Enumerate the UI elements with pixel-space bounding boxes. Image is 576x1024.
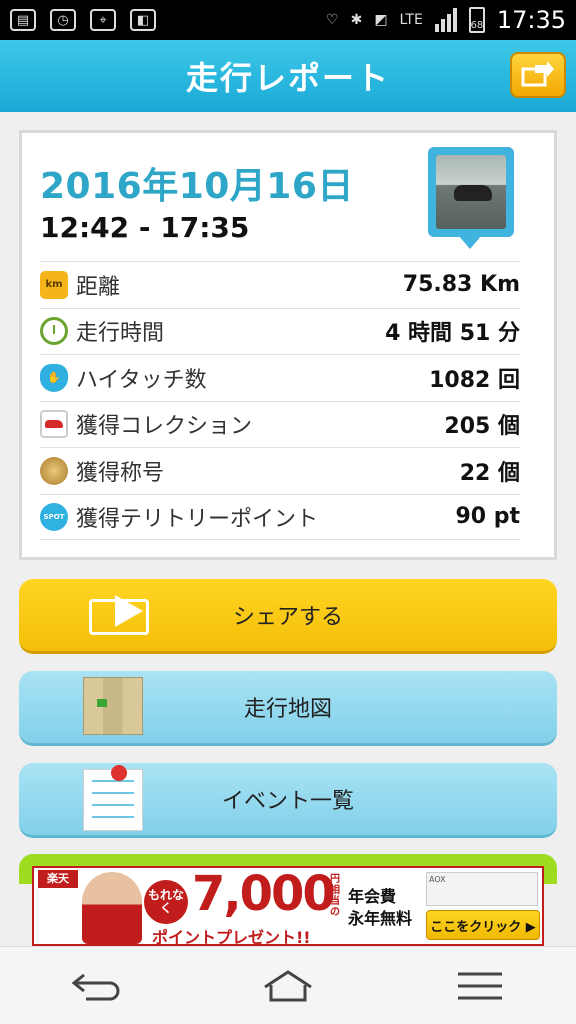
- map-icon: ⌖: [90, 9, 116, 31]
- hand-icon: ✋: [40, 363, 68, 392]
- ad-card-label: AOX: [429, 875, 446, 884]
- stat-row-territory: SPOT 獲得テリトリーポイント 90 pt: [40, 493, 520, 540]
- report-time-range: 12:42 - 17:35: [40, 211, 250, 244]
- home-button[interactable]: [258, 966, 318, 1006]
- stat-label: 距離: [76, 274, 121, 300]
- ad-mascot-image: [82, 872, 142, 944]
- report-date: 2016年10月16日: [40, 166, 354, 207]
- battery-icon: 68: [468, 7, 485, 33]
- vibrate-icon: ♡: [326, 12, 339, 28]
- app-header: 走行レポート: [0, 40, 576, 112]
- ad-banner[interactable]: 楽天 もれなく 7,000 円相当の ポイントプレゼント!! 年会費 永年無料 …: [32, 866, 544, 947]
- menu-icon: [458, 972, 502, 999]
- ad-fee-line2: 永年無料: [348, 909, 413, 928]
- alarm-icon: ◷: [50, 9, 76, 31]
- car-icon: [40, 410, 68, 439]
- ad-click-button[interactable]: ここをクリック ▶: [426, 910, 540, 940]
- ad-fee-line1: 年会費: [348, 887, 397, 906]
- ad-fee-text: 年会費 永年無料: [348, 886, 412, 930]
- share-button-label: シェアする: [232, 605, 343, 630]
- flag-icon: [97, 699, 107, 707]
- stat-label: 獲得称号: [76, 460, 165, 486]
- page-title: 走行レポート: [185, 59, 390, 97]
- spot-icon: SPOT: [40, 502, 68, 531]
- ad-subtitle: ポイントプレゼント!!: [152, 928, 311, 947]
- stat-value: 90 pt: [455, 504, 520, 530]
- car-photo: [454, 185, 492, 201]
- drive-map-button-label: 走行地図: [243, 697, 332, 722]
- notification-icon: ▤: [10, 9, 36, 31]
- stat-value: 75.83 Km: [402, 272, 520, 298]
- map-icon: [83, 677, 143, 735]
- pin-icon: [111, 765, 127, 781]
- report-card: 2016年10月16日 12:42 - 17:35 km 距離 75.83 Km…: [19, 130, 557, 560]
- drive-photo[interactable]: [428, 147, 514, 237]
- network-label: LTE: [399, 12, 423, 28]
- ad-unit: 円相当の: [330, 874, 340, 918]
- signal-icon: ◩: [374, 12, 388, 28]
- stat-row-collection: 獲得コレクション 205 個: [40, 400, 520, 448]
- status-bar: ▤ ◷ ⌖ ◧ ♡ ✱ ◩ LTE 68 17:35: [0, 0, 576, 40]
- system-nav-bar: [0, 946, 576, 1024]
- menu-button[interactable]: [450, 966, 510, 1006]
- bluetooth-icon: ✱: [350, 12, 363, 28]
- home-icon: [264, 969, 312, 1001]
- event-list-button-label: イベント一覧: [221, 789, 354, 814]
- drive-map-button[interactable]: 走行地図: [19, 671, 557, 746]
- battery-level: 68: [470, 20, 484, 31]
- stat-row-distance: km 距離 75.83 Km: [40, 261, 520, 308]
- back-icon: [71, 973, 120, 1000]
- stat-label: ハイタッチ数: [76, 367, 207, 393]
- cell-signal-icon: [434, 8, 457, 32]
- stat-label: 獲得テリトリーポイント: [76, 506, 319, 532]
- share-button[interactable]: シェアする: [19, 579, 557, 654]
- clock-icon: [40, 317, 68, 346]
- share-button-top[interactable]: [510, 52, 566, 98]
- share-arrow-icon: [115, 595, 143, 627]
- stat-row-drive-time: 走行時間 4 時間 51 分: [40, 307, 520, 355]
- stat-value: 205 個: [444, 414, 520, 440]
- photo-pin-pointer: [458, 235, 482, 249]
- stat-row-titles: 獲得称号 22 個: [40, 447, 520, 494]
- stat-row-high-touch: ✋ ハイタッチ数 1082 回: [40, 354, 520, 401]
- stat-label: 獲得コレクション: [76, 414, 253, 440]
- ad-brand-logo: 楽天: [38, 870, 78, 888]
- event-list-button[interactable]: イベント一覧: [19, 763, 557, 838]
- medal-icon: [40, 456, 68, 485]
- stats-list: km 距離 75.83 Km 走行時間 4 時間 51 分 ✋ ハイタッチ数 1…: [40, 261, 520, 540]
- status-time: 17:35: [496, 6, 566, 34]
- ad-badge: もれなく: [144, 880, 188, 924]
- ad-card-images: AOX: [426, 872, 538, 906]
- back-button[interactable]: [66, 966, 126, 1006]
- stat-value: 1082 回: [429, 367, 520, 393]
- share-icon: [521, 61, 554, 87]
- stat-label: 走行時間: [76, 321, 165, 347]
- media-icon: ◧: [130, 9, 156, 31]
- ad-amount: 7,000: [192, 866, 336, 922]
- km-icon: km: [40, 270, 68, 299]
- stat-value: 22 個: [459, 460, 520, 486]
- stat-value: 4 時間 51 分: [385, 321, 520, 347]
